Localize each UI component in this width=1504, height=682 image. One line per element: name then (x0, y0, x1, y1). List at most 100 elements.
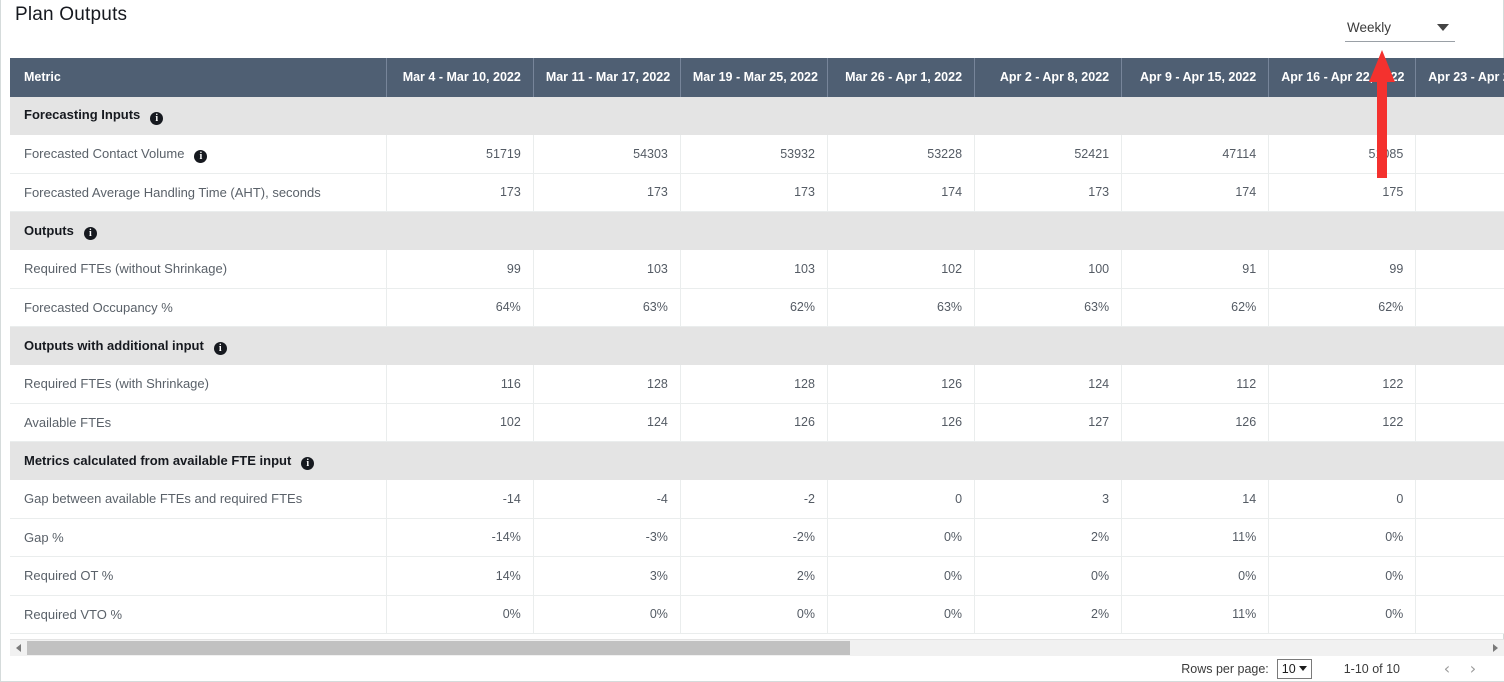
table-cell: 174 (1122, 173, 1269, 212)
table-cell: 126 (827, 403, 974, 442)
table-cell: 3% (533, 557, 680, 596)
table-section-row: Metrics calculated from available FTE in… (10, 442, 1504, 480)
table-cell: 102 (386, 403, 533, 442)
table-cell: 14% (386, 557, 533, 596)
horizontal-scrollbar[interactable] (10, 639, 1504, 656)
previous-page-button[interactable]: ‹ (1434, 658, 1460, 680)
table-section-row: Outputs with additional inputi (10, 327, 1504, 365)
table-cell: 0% (827, 557, 974, 596)
table-cell: 51085 (1269, 135, 1416, 174)
row-label-text: Available FTEs (24, 415, 111, 430)
column-header-metric[interactable]: Metric (10, 58, 386, 97)
table-row: Gap between available FTEs and required … (10, 480, 1504, 519)
column-header-period[interactable]: Apr 2 - Apr 8, 2022 (975, 58, 1122, 97)
table-row: Required VTO %0%0%0%0%2%11%0%3% (10, 595, 1504, 634)
row-label-text: Forecasted Occupancy % (24, 300, 173, 315)
table-cell: 126 (827, 365, 974, 404)
table-cell: 175 (1269, 173, 1416, 212)
table-cell: 100 (975, 250, 1122, 289)
column-header-period[interactable]: Mar 11 - Mar 17, 2022 (533, 58, 680, 97)
table-cell: 47114 (1122, 135, 1269, 174)
pagination-range: 1-10 of 10 (1344, 662, 1400, 676)
table-cell: 122 (1269, 403, 1416, 442)
table-cell: 14 (1122, 480, 1269, 519)
table-cell: 126 (1122, 403, 1269, 442)
table-cell: 51719 (386, 135, 533, 174)
rows-per-page-select[interactable]: 10 (1277, 659, 1312, 679)
table-cell: -2 (680, 480, 827, 519)
row-metric-label: Required FTEs (without Shrinkage) (10, 250, 386, 289)
table-cell: 11% (1122, 518, 1269, 557)
row-label-text: Required VTO % (24, 607, 122, 622)
info-icon[interactable]: i (194, 150, 207, 163)
table-header: Metric Mar 4 - Mar 10, 2022 Mar 11 - Mar… (10, 58, 1504, 97)
table-row: Forecasted Occupancy %64%63%62%63%63%62%… (10, 288, 1504, 327)
column-header-period[interactable]: Apr 9 - Apr 15, 2022 (1122, 58, 1269, 97)
table-cell: 0% (1269, 595, 1416, 634)
table-cell: 62% (1122, 288, 1269, 327)
granularity-dropdown[interactable]: Weekly (1345, 14, 1455, 42)
info-icon[interactable]: i (214, 342, 227, 355)
table-cell: -3% (533, 518, 680, 557)
info-icon[interactable]: i (84, 227, 97, 240)
column-header-period[interactable]: Mar 26 - Apr 1, 2022 (827, 58, 974, 97)
row-metric-label: Required VTO % (10, 595, 386, 634)
table-cell: 0% (1269, 518, 1416, 557)
row-label-text: Forecasted Contact Volume (24, 146, 184, 161)
table-cell: 122 (1269, 365, 1416, 404)
row-label-text: Required FTEs (without Shrinkage) (24, 261, 227, 276)
scroll-left-arrow-icon[interactable] (10, 640, 27, 657)
table-cell: 124 (533, 403, 680, 442)
column-header-period[interactable]: Mar 19 - Mar 25, 2022 (680, 58, 827, 97)
table-cell: 62% (680, 288, 827, 327)
table-cell: 124 (975, 365, 1122, 404)
table-cell: 173 (975, 173, 1122, 212)
table-cell: 63% (1416, 288, 1504, 327)
table-cell: 128 (680, 365, 827, 404)
table-cell: 173 (680, 173, 827, 212)
table-row: Required FTEs (without Shrinkage)9910310… (10, 250, 1504, 289)
chevron-down-icon (1437, 24, 1449, 31)
chevron-down-icon (1299, 666, 1307, 671)
page-title: Plan Outputs (15, 4, 127, 26)
table-cell: 0 (1269, 480, 1416, 519)
table-section-row: Outputsi (10, 212, 1504, 250)
table-cell: 11% (1122, 595, 1269, 634)
table-cell: 173 (533, 173, 680, 212)
table-cell: 53228 (827, 135, 974, 174)
table-cell: 99 (1269, 250, 1416, 289)
table-cell: 128 (533, 365, 680, 404)
plan-outputs-table: Metric Mar 4 - Mar 10, 2022 Mar 11 - Mar… (10, 58, 1504, 634)
table-cell: 2% (680, 557, 827, 596)
table-cell: 0% (386, 595, 533, 634)
row-label-text: Gap between available FTEs and required … (24, 491, 302, 506)
info-icon[interactable]: i (150, 112, 163, 125)
row-label-text: Required OT % (24, 568, 113, 583)
scrollbar-thumb[interactable] (27, 641, 850, 655)
table-cell: 174 (827, 173, 974, 212)
column-header-period[interactable]: Mar 4 - Mar 10, 2022 (386, 58, 533, 97)
rows-per-page-label: Rows per page: (1181, 662, 1269, 676)
row-metric-label: Available FTEs (10, 403, 386, 442)
row-metric-label: Forecasted Contact Volume i (10, 135, 386, 174)
table-cell: 126 (680, 403, 827, 442)
table-cell: 0% (827, 518, 974, 557)
scrollbar-track[interactable] (27, 640, 1487, 657)
info-icon[interactable]: i (301, 457, 314, 470)
table-cell: 0% (533, 595, 680, 634)
section-label-text: Forecasting Inputs (24, 107, 140, 122)
table-cell: 116 (386, 365, 533, 404)
scroll-right-arrow-icon[interactable] (1487, 640, 1504, 657)
granularity-value: Weekly (1347, 20, 1391, 35)
table-cell: 2% (975, 518, 1122, 557)
next-page-button[interactable]: › (1460, 658, 1486, 680)
row-label-text: Required FTEs (with Shrinkage) (24, 376, 209, 391)
table-cell: 64% (386, 288, 533, 327)
panel-header: Plan Outputs Weekly (1, 0, 1503, 58)
plan-outputs-table-scroll-area[interactable]: Metric Mar 4 - Mar 10, 2022 Mar 11 - Mar… (10, 58, 1504, 639)
column-header-period[interactable]: Apr 23 - Apr 29, 2022 (1416, 58, 1504, 97)
table-cell: 52421 (975, 135, 1122, 174)
table-cell: 176 (1416, 173, 1504, 212)
table-cell: 0 (827, 480, 974, 519)
column-header-period[interactable]: Apr 16 - Apr 22, 2022 (1269, 58, 1416, 97)
